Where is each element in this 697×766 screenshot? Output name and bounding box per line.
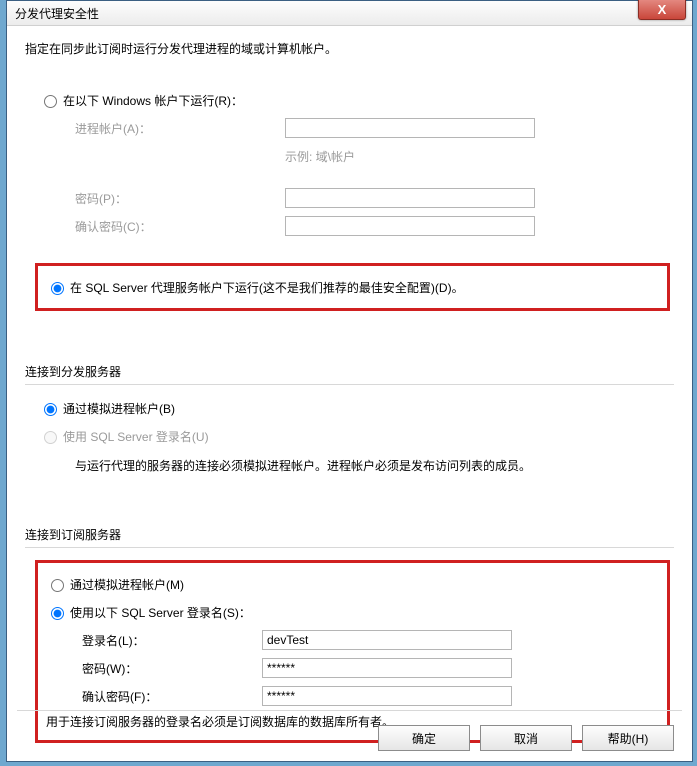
dialog-window: 分发代理安全性 X 指定在同步此订阅时运行分发代理进程的域或计算机帐户。 在以下… <box>6 0 693 762</box>
confirm-password-label: 确认密码(C)： <box>75 218 285 235</box>
radio-sub-impersonate[interactable] <box>51 579 64 592</box>
sub-confirm-label: 确认密码(F)： <box>82 688 262 705</box>
radio-windows-account-row[interactable]: 在以下 Windows 帐户下运行(R)： <box>39 89 674 111</box>
sub-password-input[interactable] <box>262 658 512 678</box>
ok-button-label: 确定 <box>412 730 436 747</box>
close-icon: X <box>658 2 667 17</box>
divider <box>25 384 674 385</box>
radio-dist-impersonate-label: 通过模拟进程帐户(B) <box>63 400 175 417</box>
radio-dist-sql <box>44 431 57 444</box>
divider <box>25 547 674 548</box>
radio-sub-sql-row[interactable]: 使用以下 SQL Server 登录名(S)： <box>46 601 659 623</box>
radio-dist-sql-label: 使用 SQL Server 登录名(U) <box>63 428 209 445</box>
radio-sub-impersonate-row[interactable]: 通过模拟进程帐户(M) <box>46 573 659 595</box>
radio-dist-impersonate[interactable] <box>44 403 57 416</box>
login-input[interactable] <box>262 630 512 650</box>
process-account-label: 进程帐户(A)： <box>75 120 285 137</box>
radio-windows-account-label: 在以下 Windows 帐户下运行(R)： <box>63 92 243 109</box>
radio-sub-sql[interactable] <box>51 607 64 620</box>
radio-sql-agent[interactable] <box>51 282 64 295</box>
cancel-button[interactable]: 取消 <box>480 725 572 751</box>
radio-sub-sql-label: 使用以下 SQL Server 登录名(S)： <box>70 604 251 621</box>
radio-sql-agent-label: 在 SQL Server 代理服务帐户下运行(这不是我们推荐的最佳安全配置)(D… <box>70 279 464 296</box>
dialog-body: 指定在同步此订阅时运行分发代理进程的域或计算机帐户。 在以下 Windows 帐… <box>7 26 692 743</box>
radio-windows-account[interactable] <box>44 95 57 108</box>
sub-confirm-input[interactable] <box>262 686 512 706</box>
sub-password-label: 密码(W)： <box>82 660 262 677</box>
example-text: 示例: 域\帐户 <box>285 148 355 165</box>
connect-sub-title: 连接到订阅服务器 <box>25 526 674 543</box>
radio-sub-impersonate-label: 通过模拟进程帐户(M) <box>70 576 184 593</box>
connect-dist-title: 连接到分发服务器 <box>25 363 674 380</box>
help-button[interactable]: 帮助(H) <box>582 725 674 751</box>
password-label: 密码(P)： <box>75 190 285 207</box>
radio-dist-sql-row: 使用 SQL Server 登录名(U) <box>39 425 674 447</box>
radio-sql-agent-row[interactable]: 在 SQL Server 代理服务帐户下运行(这不是我们推荐的最佳安全配置)(D… <box>46 276 659 298</box>
login-label: 登录名(L)： <box>82 632 262 649</box>
subscriber-highlight: 通过模拟进程帐户(M) 使用以下 SQL Server 登录名(S)： 登录名(… <box>35 560 670 743</box>
password-input <box>285 188 535 208</box>
process-account-input <box>285 118 535 138</box>
radio-dist-impersonate-row[interactable]: 通过模拟进程帐户(B) <box>39 397 674 419</box>
dist-note: 与运行代理的服务器的连接必须模拟进程帐户。进程帐户必须是发布访问列表的成员。 <box>75 457 674 474</box>
close-button[interactable]: X <box>638 0 686 20</box>
confirm-password-input <box>285 216 535 236</box>
help-button-label: 帮助(H) <box>608 730 649 747</box>
intro-text: 指定在同步此订阅时运行分发代理进程的域或计算机帐户。 <box>25 40 674 57</box>
titlebar: 分发代理安全性 X <box>7 1 692 26</box>
window-title: 分发代理安全性 <box>15 5 99 22</box>
button-bar: 确定 取消 帮助(H) <box>378 725 674 751</box>
sql-agent-highlight: 在 SQL Server 代理服务帐户下运行(这不是我们推荐的最佳安全配置)(D… <box>35 263 670 311</box>
button-divider <box>17 710 682 711</box>
ok-button[interactable]: 确定 <box>378 725 470 751</box>
cancel-button-label: 取消 <box>514 730 538 747</box>
